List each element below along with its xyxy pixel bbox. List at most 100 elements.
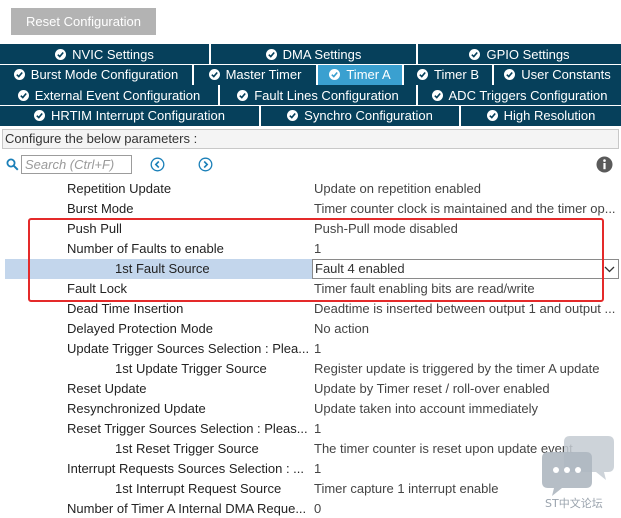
- param-row[interactable]: Delayed Protection Mode No action: [0, 319, 621, 339]
- check-icon: [208, 69, 220, 80]
- check-icon: [34, 110, 46, 121]
- parameter-toolbar: [0, 154, 621, 176]
- param-name: Fault Lock: [67, 281, 127, 296]
- param-value: 1: [314, 241, 322, 256]
- tab-timer-b[interactable]: Timer B: [404, 64, 494, 85]
- param-row[interactable]: 1st Update Trigger Source Register updat…: [0, 359, 621, 379]
- param-row[interactable]: Burst Mode Timer counter clock is mainta…: [0, 199, 621, 219]
- param-row[interactable]: Push Pull Push-Pull mode disabled: [0, 219, 621, 239]
- param-row[interactable]: Dead Time Insertion Deadtime is inserted…: [0, 299, 621, 319]
- tab-label: High Resolution: [503, 108, 596, 123]
- param-value: Register update is triggered by the time…: [314, 361, 600, 376]
- check-icon: [329, 69, 341, 80]
- check-icon: [287, 110, 299, 121]
- previous-result-icon[interactable]: [150, 157, 165, 172]
- param-row[interactable]: 1st Interrupt Request Source Timer captu…: [0, 479, 621, 499]
- check-icon: [55, 48, 67, 60]
- chevron-down-icon[interactable]: [604, 264, 615, 274]
- search-input[interactable]: [21, 155, 132, 174]
- tab-external-event-configuration[interactable]: External Event Configuration: [0, 85, 220, 105]
- configuration-tabs: NVIC Settings DMA Settings GPIO Settings…: [0, 44, 621, 126]
- tab-dma-settings[interactable]: DMA Settings: [211, 44, 418, 64]
- tab-high-resolution[interactable]: High Resolution: [461, 105, 621, 126]
- param-row[interactable]: Resynchronized Update Update taken into …: [0, 399, 621, 419]
- tab-row-3: External Event Configuration Fault Lines…: [0, 85, 621, 105]
- param-name: Number of Faults to enable: [67, 241, 224, 256]
- check-icon: [237, 89, 249, 101]
- param-name: Interrupt Requests Sources Selection : .…: [67, 461, 305, 476]
- tab-adc-triggers-configuration[interactable]: ADC Triggers Configuration: [418, 85, 621, 105]
- check-icon: [416, 69, 428, 80]
- tab-label: Fault Lines Configuration: [254, 87, 399, 103]
- param-value: No action: [314, 321, 369, 336]
- tab-row-4: HRTIM Interrupt Configuration Synchro Co…: [0, 105, 621, 126]
- search-icon[interactable]: [6, 158, 19, 171]
- fault-source-select[interactable]: Fault 4 enabled: [312, 259, 619, 279]
- tab-user-constants[interactable]: User Constants: [494, 64, 621, 85]
- tab-fault-lines-configuration[interactable]: Fault Lines Configuration: [220, 85, 418, 105]
- param-value: 1: [314, 341, 322, 356]
- check-icon: [13, 69, 25, 80]
- param-name: Repetition Update: [67, 181, 172, 196]
- tab-label: Synchro Configuration: [304, 108, 433, 123]
- parameter-list: Repetition Update Update on repetition e…: [0, 179, 621, 518]
- tab-synchro-configuration[interactable]: Synchro Configuration: [261, 105, 461, 126]
- param-name: Number of Timer A Internal DMA Reque...: [67, 501, 307, 516]
- tab-timer-a[interactable]: Timer A: [318, 64, 404, 85]
- param-name: Reset Trigger Sources Selection : Pleas.…: [67, 421, 308, 436]
- tab-label: User Constants: [521, 67, 611, 82]
- check-icon: [431, 89, 443, 101]
- param-row[interactable]: Number of Timer A Internal DMA Reque... …: [0, 499, 621, 518]
- param-name: Delayed Protection Mode: [67, 321, 213, 336]
- tab-label: External Event Configuration: [34, 87, 201, 103]
- param-name: Dead Time Insertion: [67, 301, 184, 316]
- tab-label: DMA Settings: [282, 46, 362, 62]
- param-row[interactable]: Reset Update Update by Timer reset / rol…: [0, 379, 621, 399]
- tab-label: NVIC Settings: [72, 46, 154, 62]
- tab-label: Master Timer: [225, 67, 302, 82]
- param-value: Update on repetition enabled: [314, 181, 481, 196]
- tab-label: HRTIM Interrupt Configuration: [51, 108, 225, 123]
- tab-gpio-settings[interactable]: GPIO Settings: [418, 44, 621, 64]
- param-value: Update by Timer reset / roll-over enable…: [314, 381, 550, 396]
- check-icon: [504, 69, 516, 80]
- tab-hrtim-interrupt-configuration[interactable]: HRTIM Interrupt Configuration: [0, 105, 261, 126]
- next-result-icon[interactable]: [198, 157, 213, 172]
- param-value: Timer fault enabling bits are read/write: [314, 281, 535, 296]
- param-value: Fault 4 enabled: [315, 261, 405, 276]
- param-name: Reset Update: [67, 381, 147, 396]
- param-row[interactable]: Number of Faults to enable 1: [0, 239, 621, 259]
- tab-label: Timer B: [433, 67, 480, 82]
- tab-row-2: Burst Mode Configuration Master Timer Ti…: [0, 64, 621, 85]
- tab-label: GPIO Settings: [486, 46, 570, 62]
- tab-label: Timer A: [346, 67, 391, 82]
- watermark-text: ST中文论坛: [545, 497, 603, 510]
- param-value: Deadtime is inserted between output 1 an…: [314, 301, 616, 316]
- tab-label: Burst Mode Configuration: [30, 67, 179, 82]
- tab-nvic-settings[interactable]: NVIC Settings: [0, 44, 211, 64]
- param-row[interactable]: Reset Trigger Sources Selection : Pleas.…: [0, 419, 621, 439]
- tab-row-1: NVIC Settings DMA Settings GPIO Settings: [0, 44, 621, 64]
- param-row[interactable]: Repetition Update Update on repetition e…: [0, 179, 621, 199]
- param-row[interactable]: 1st Reset Trigger Source The timer count…: [0, 439, 621, 459]
- param-value: Timer counter clock is maintained and th…: [314, 201, 616, 216]
- check-icon: [265, 48, 277, 60]
- configure-parameters-label: Configure the below parameters :: [2, 129, 619, 149]
- reset-configuration-button[interactable]: Reset Configuration: [11, 8, 156, 35]
- tab-burst-mode-configuration[interactable]: Burst Mode Configuration: [0, 64, 194, 85]
- tab-master-timer[interactable]: Master Timer: [194, 64, 318, 85]
- param-row[interactable]: Fault Lock Timer fault enabling bits are…: [0, 279, 621, 299]
- check-icon: [486, 110, 498, 121]
- param-row[interactable]: Interrupt Requests Sources Selection : .…: [0, 459, 621, 479]
- param-name: Resynchronized Update: [67, 401, 206, 416]
- info-icon[interactable]: [596, 156, 613, 173]
- param-value: Push-Pull mode disabled: [314, 221, 458, 236]
- tab-label: ADC Triggers Configuration: [448, 87, 608, 103]
- param-value: Update taken into account immediately: [314, 401, 539, 416]
- param-row-selected[interactable]: 1st Fault Source Fault 4 enabled: [0, 259, 621, 279]
- check-icon: [469, 48, 481, 60]
- param-name: Push Pull: [67, 221, 122, 236]
- param-row[interactable]: Update Trigger Sources Selection : Plea.…: [0, 339, 621, 359]
- param-name: Update Trigger Sources Selection : Plea.…: [67, 341, 310, 356]
- check-icon: [17, 89, 29, 101]
